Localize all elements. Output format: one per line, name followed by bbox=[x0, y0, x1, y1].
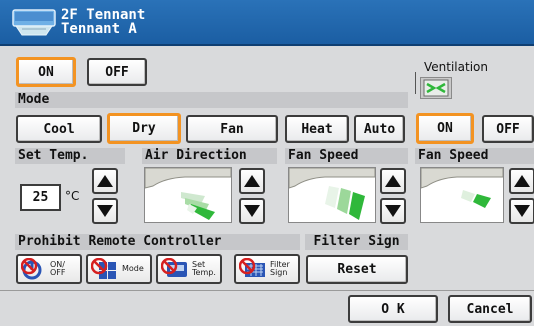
prohibit-onoff-line2: OFF bbox=[50, 268, 66, 277]
mode-auto-button[interactable]: Auto bbox=[354, 115, 405, 143]
air-direction-display bbox=[144, 167, 232, 223]
arrow-up-icon bbox=[514, 175, 530, 187]
arrow-up-icon bbox=[244, 175, 260, 187]
prohibit-settemp-text: Set Temp. bbox=[192, 261, 216, 277]
prohibit-filtersign-button[interactable]: Filter Sign bbox=[234, 254, 300, 284]
filter-prohibit-icon bbox=[239, 258, 265, 277]
prohibit-onoff-text: ON/OFF bbox=[50, 261, 66, 277]
tenant-name: Tennant A bbox=[61, 21, 137, 37]
mode-cool-button[interactable]: Cool bbox=[16, 115, 102, 143]
temp-unit: °C bbox=[65, 189, 80, 203]
prohibit-settemp-button[interactable]: Set Temp. bbox=[156, 254, 222, 284]
fan-speed-icon bbox=[288, 167, 376, 220]
prohibit-settemp-line2: Temp. bbox=[192, 268, 216, 277]
air-direction-up-button[interactable] bbox=[239, 168, 265, 194]
filter-reset-button[interactable]: Reset bbox=[306, 255, 408, 284]
mode-fan-button[interactable]: Fan bbox=[186, 115, 278, 143]
title-bar: 2F Tennant Tennant A bbox=[0, 0, 534, 46]
ventilation-on-button[interactable]: ON bbox=[416, 113, 474, 144]
power-on-button[interactable]: ON bbox=[16, 57, 76, 87]
fan-speed-display bbox=[288, 167, 376, 223]
air-conditioner-icon bbox=[12, 8, 56, 38]
mode-dry-button[interactable]: Dry bbox=[107, 113, 181, 144]
power-off-button[interactable]: OFF bbox=[87, 58, 147, 86]
temp-down-button[interactable] bbox=[92, 198, 118, 224]
fan-speed-up-button[interactable] bbox=[380, 168, 406, 194]
ventilation-off-button[interactable]: OFF bbox=[482, 115, 534, 143]
cancel-button[interactable]: Cancel bbox=[448, 295, 532, 323]
temp-value-display: 25 bbox=[20, 184, 61, 211]
prohibit-onoff-button[interactable]: ON/OFF bbox=[16, 254, 82, 284]
air-direction-icon bbox=[144, 167, 232, 220]
arrow-up-icon bbox=[385, 175, 401, 187]
arrow-down-icon bbox=[385, 205, 401, 217]
prohibit-filtersign-line2: Sign bbox=[270, 268, 288, 277]
filter-sign-label: Filter Sign bbox=[305, 234, 408, 250]
set-temp-label: Set Temp. bbox=[15, 148, 125, 164]
fan-speed-down-button[interactable] bbox=[380, 198, 406, 224]
ventilation-fan-up-button[interactable] bbox=[509, 168, 534, 194]
arrow-down-icon bbox=[514, 205, 530, 217]
arrow-down-icon bbox=[244, 205, 260, 217]
ventilation-fan-speed-label: Fan Speed bbox=[415, 148, 534, 164]
arrow-up-icon bbox=[97, 175, 113, 187]
ok-button[interactable]: O K bbox=[348, 295, 438, 323]
air-direction-label: Air Direction bbox=[142, 148, 277, 164]
temp-prohibit-icon bbox=[161, 258, 187, 277]
prohibit-mode-button[interactable]: Mode bbox=[86, 254, 152, 284]
footer-divider bbox=[0, 290, 534, 291]
ventilation-fan-speed-icon bbox=[420, 167, 504, 208]
ventilation-fan-speed-display bbox=[420, 167, 504, 223]
mode-section-label: Mode bbox=[15, 92, 408, 108]
ventilation-label: Ventilation bbox=[424, 60, 488, 74]
ventilation-fan-down-button[interactable] bbox=[509, 198, 534, 224]
prohibit-filtersign-text: Filter Sign bbox=[270, 261, 290, 277]
ventilation-icon bbox=[420, 77, 452, 99]
fan-speed-label: Fan Speed bbox=[285, 148, 408, 164]
prohibit-remote-label: Prohibit Remote Controller bbox=[15, 234, 300, 250]
ventilation-bracket bbox=[415, 72, 418, 94]
power-prohibit-icon bbox=[21, 258, 42, 280]
mode-heat-button[interactable]: Heat bbox=[285, 115, 349, 143]
air-direction-down-button[interactable] bbox=[239, 198, 265, 224]
prohibit-mode-text: Mode bbox=[122, 264, 144, 273]
mode-prohibit-icon bbox=[91, 258, 116, 279]
arrow-down-icon bbox=[97, 205, 113, 217]
temp-up-button[interactable] bbox=[92, 168, 118, 194]
